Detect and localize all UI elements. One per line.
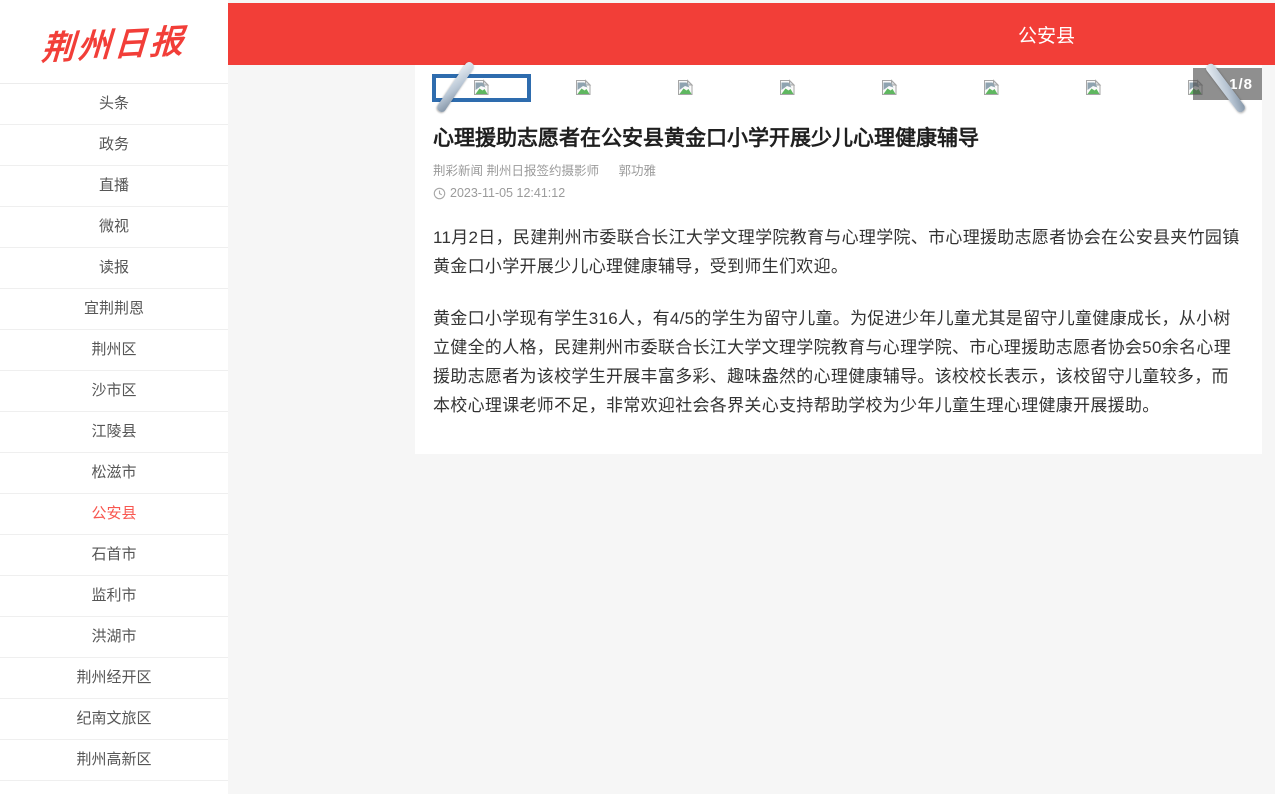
carousel-thumbnail-6[interactable] [1042, 65, 1144, 110]
sidebar-item-0[interactable]: 头条 [0, 84, 228, 125]
sidebar-item-13[interactable]: 洪湖市 [0, 617, 228, 658]
site-logo[interactable]: 荆州日报 [40, 14, 187, 69]
sidebar-item-15[interactable]: 纪南文旅区 [0, 699, 228, 740]
channel-title: 公安县 [1018, 21, 1075, 48]
article-meta: 荆彩新闻 荆州日报签约摄影师 郭功雅 [433, 160, 1244, 179]
carousel-thumbnail-1[interactable] [532, 65, 634, 110]
broken-image-icon [779, 79, 796, 96]
channel-header: 公安县 [228, 3, 1275, 65]
sidebar-item-10-active[interactable]: 公安县 [0, 494, 228, 535]
broken-image-icon [983, 79, 1000, 96]
sidebar-item-12[interactable]: 监利市 [0, 576, 228, 617]
sidebar-item-14[interactable]: 荆州经开区 [0, 658, 228, 699]
broken-image-icon [473, 79, 490, 96]
broken-image-icon [881, 79, 898, 96]
thumbnail-row [430, 65, 1246, 110]
sidebar-item-9[interactable]: 松滋市 [0, 453, 228, 494]
article-title: 心理援助志愿者在公安县黄金口小学开展少儿心理健康辅导 [433, 125, 1244, 153]
article-source: 荆彩新闻 荆州日报签约摄影师 [433, 164, 599, 178]
sidebar-item-7[interactable]: 沙市区 [0, 371, 228, 412]
sidebar-nav: 头条政务直播微视读报宜荆荆恩荆州区沙市区江陵县松滋市公安县石首市监利市洪湖市荆州… [0, 84, 228, 781]
sidebar-item-16[interactable]: 荆州高新区 [0, 740, 228, 781]
sidebar-item-5[interactable]: 宜荆荆恩 [0, 289, 228, 330]
article-paragraph-1: 黄金口小学现有学生316人，有4/5的学生为留守儿童。为促进少年儿童尤其是留守儿… [433, 304, 1244, 420]
sidebar-item-11[interactable]: 石首市 [0, 535, 228, 576]
sidebar-item-8[interactable]: 江陵县 [0, 412, 228, 453]
carousel-thumbnail-2[interactable] [634, 65, 736, 110]
sidebar-item-1[interactable]: 政务 [0, 125, 228, 166]
article: 心理援助志愿者在公安县黄金口小学开展少儿心理健康辅导 荆彩新闻 荆州日报签约摄影… [415, 125, 1262, 420]
article-datetime: 2023-11-05 12:41:12 [450, 186, 565, 200]
article-paragraph-0: 11月2日，民建荆州市委联合长江大学文理学院教育与心理学院、市心理援助志愿者协会… [433, 223, 1244, 281]
carousel-thumbnail-5[interactable] [940, 65, 1042, 110]
sidebar: 荆州日报 头条政务直播微视读报宜荆荆恩荆州区沙市区江陵县松滋市公安县石首市监利市… [0, 0, 228, 794]
article-author: 郭功雅 [618, 164, 656, 178]
article-time-row: 2023-11-05 12:41:12 [433, 186, 1244, 200]
article-body: 11月2日，民建荆州市委联合长江大学文理学院教育与心理学院、市心理援助志愿者协会… [433, 223, 1244, 420]
image-carousel: 1/8 [415, 65, 1262, 110]
carousel-thumbnail-4[interactable] [838, 65, 940, 110]
broken-image-icon [677, 79, 694, 96]
broken-image-icon [1085, 79, 1102, 96]
broken-image-icon [575, 79, 592, 96]
sidebar-item-6[interactable]: 荆州区 [0, 330, 228, 371]
sidebar-item-3[interactable]: 微视 [0, 207, 228, 248]
sidebar-item-4[interactable]: 读报 [0, 248, 228, 289]
logo-box: 荆州日报 [0, 0, 228, 84]
sidebar-item-2[interactable]: 直播 [0, 166, 228, 207]
content-panel: 1/8 心理援助志愿者在公安县黄金口小学开展少儿心理健康辅导 荆彩新闻 荆州日报… [415, 65, 1262, 454]
carousel-thumbnail-3[interactable] [736, 65, 838, 110]
clock-icon [433, 187, 446, 200]
